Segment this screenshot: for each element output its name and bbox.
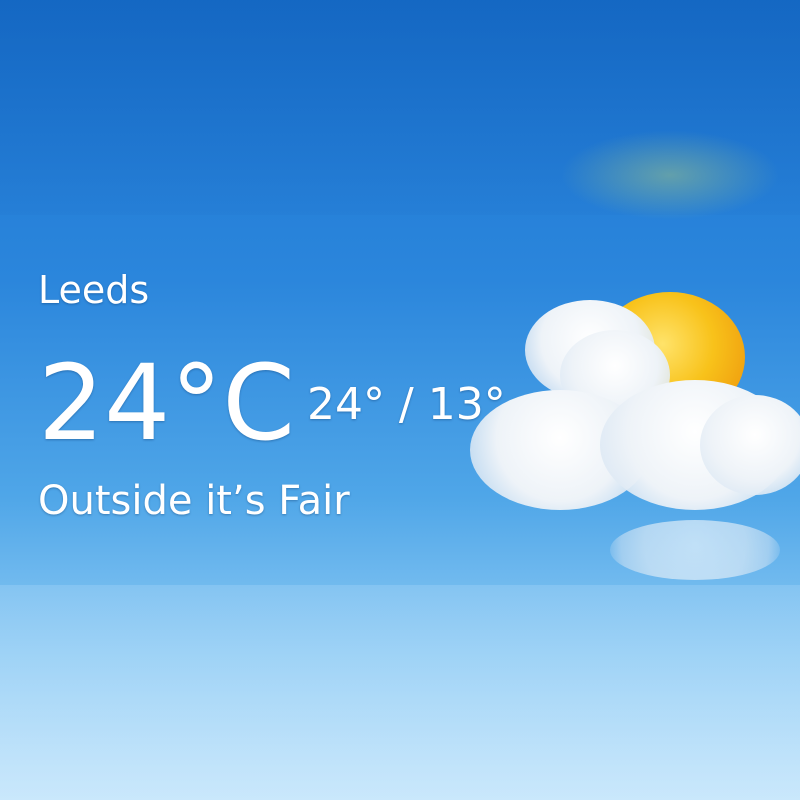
condition-text: Outside it’s Fair	[38, 478, 350, 524]
cloud-puff	[700, 395, 800, 495]
current-temperature: 24°C	[38, 342, 295, 464]
sky-horizon	[0, 585, 800, 800]
weather-screen: Leeds 24°C 24° / 13° Outside it’s Fair	[0, 0, 800, 800]
sky-haze	[560, 130, 780, 220]
cloud-puff	[610, 520, 780, 580]
high-low-temperature: 24° / 13°	[306, 379, 506, 430]
temperature-row: 24°C 24° / 13°	[38, 348, 506, 458]
city-name: Leeds	[38, 268, 150, 312]
